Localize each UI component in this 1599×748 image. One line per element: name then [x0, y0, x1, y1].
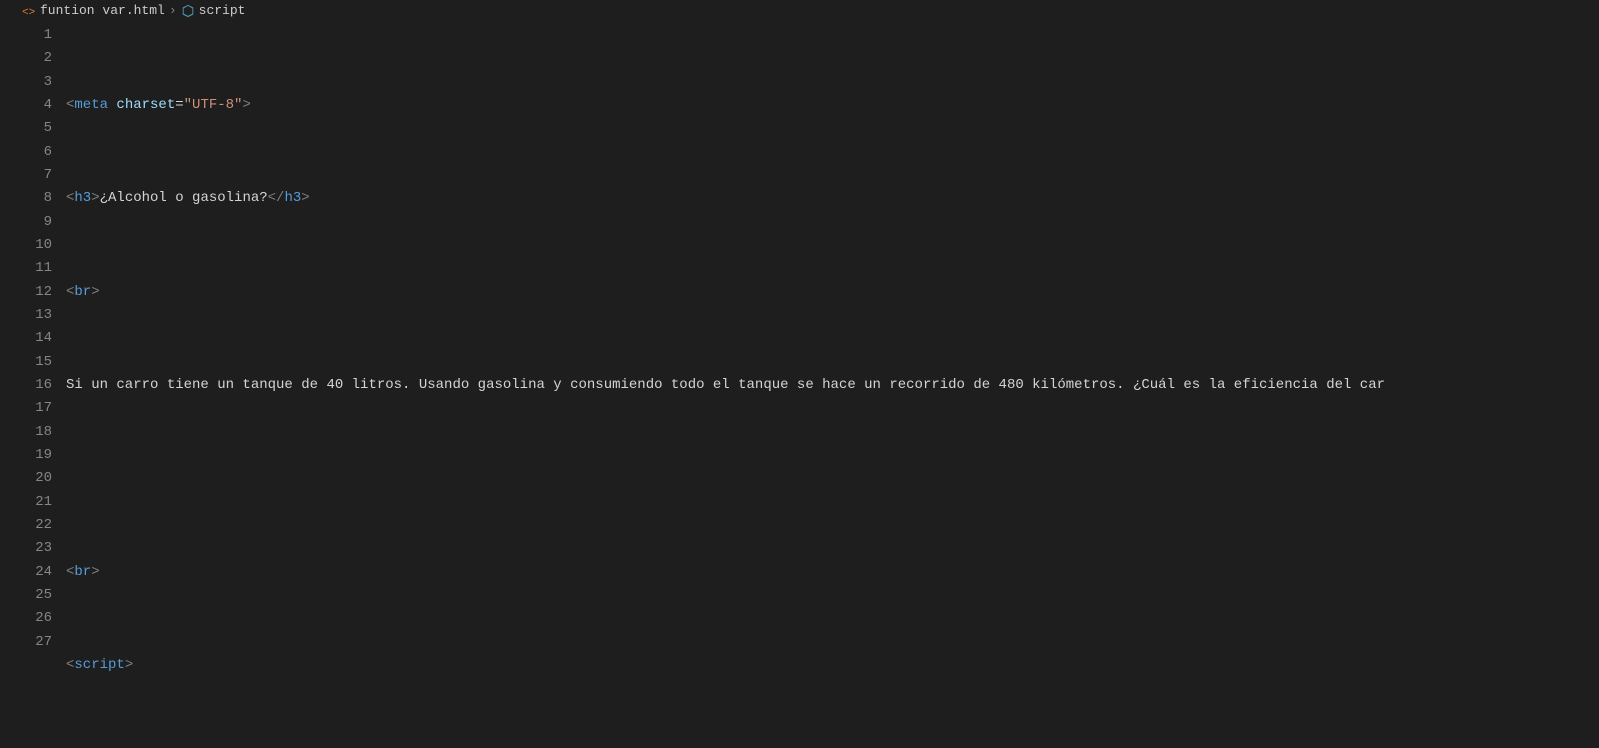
line-number[interactable]: 9: [18, 211, 52, 234]
breadcrumb-file[interactable]: funtion var.html: [40, 0, 165, 22]
line-number[interactable]: 26: [18, 607, 52, 630]
html-file-icon: <>: [22, 4, 36, 18]
line-number[interactable]: 14: [18, 327, 52, 350]
line-number[interactable]: 19: [18, 444, 52, 467]
line-number[interactable]: 22: [18, 514, 52, 537]
code-line[interactable]: <br>: [66, 281, 1599, 304]
breadcrumb[interactable]: <> funtion var.html › script: [0, 0, 1599, 22]
line-number[interactable]: 1: [18, 24, 52, 47]
code-line[interactable]: <meta charset="UTF-8">: [66, 94, 1599, 117]
code-line[interactable]: [66, 467, 1599, 490]
code-line[interactable]: <script>: [66, 654, 1599, 677]
line-number[interactable]: 25: [18, 584, 52, 607]
chevron-right-icon: ›: [169, 0, 177, 22]
line-number[interactable]: 10: [18, 234, 52, 257]
svg-text:<>: <>: [22, 7, 35, 18]
line-number[interactable]: 16: [18, 374, 52, 397]
line-number[interactable]: 4: [18, 94, 52, 117]
line-number[interactable]: 20: [18, 467, 52, 490]
line-number[interactable]: 6: [18, 141, 52, 164]
line-number[interactable]: 21: [18, 491, 52, 514]
code-line[interactable]: <br>: [66, 561, 1599, 584]
code-line[interactable]: <h3>¿Alcohol o gasolina?</h3>: [66, 187, 1599, 210]
line-number[interactable]: 5: [18, 117, 52, 140]
line-number[interactable]: 7: [18, 164, 52, 187]
line-number[interactable]: 17: [18, 397, 52, 420]
code-line[interactable]: Si un carro tiene un tanque de 40 litros…: [66, 374, 1599, 397]
line-number[interactable]: 12: [18, 281, 52, 304]
glyph-margin: [0, 22, 18, 748]
code-editor[interactable]: 1 2 3 4 5 6 7 8 9 10 11 12 13 14 15 16 1…: [0, 22, 1599, 748]
line-number[interactable]: 18: [18, 421, 52, 444]
line-number[interactable]: 2: [18, 47, 52, 70]
line-number[interactable]: 8: [18, 187, 52, 210]
line-number[interactable]: 15: [18, 351, 52, 374]
line-number-gutter[interactable]: 1 2 3 4 5 6 7 8 9 10 11 12 13 14 15 16 1…: [18, 22, 66, 748]
line-number[interactable]: 27: [18, 631, 52, 654]
code-content[interactable]: <meta charset="UTF-8"> <h3>¿Alcohol o ga…: [66, 22, 1599, 748]
cube-icon: [181, 4, 195, 18]
line-number[interactable]: 11: [18, 257, 52, 280]
breadcrumb-symbol[interactable]: script: [199, 0, 246, 22]
line-number[interactable]: 13: [18, 304, 52, 327]
line-number[interactable]: 23: [18, 537, 52, 560]
line-number[interactable]: 24: [18, 561, 52, 584]
line-number[interactable]: 3: [18, 71, 52, 94]
